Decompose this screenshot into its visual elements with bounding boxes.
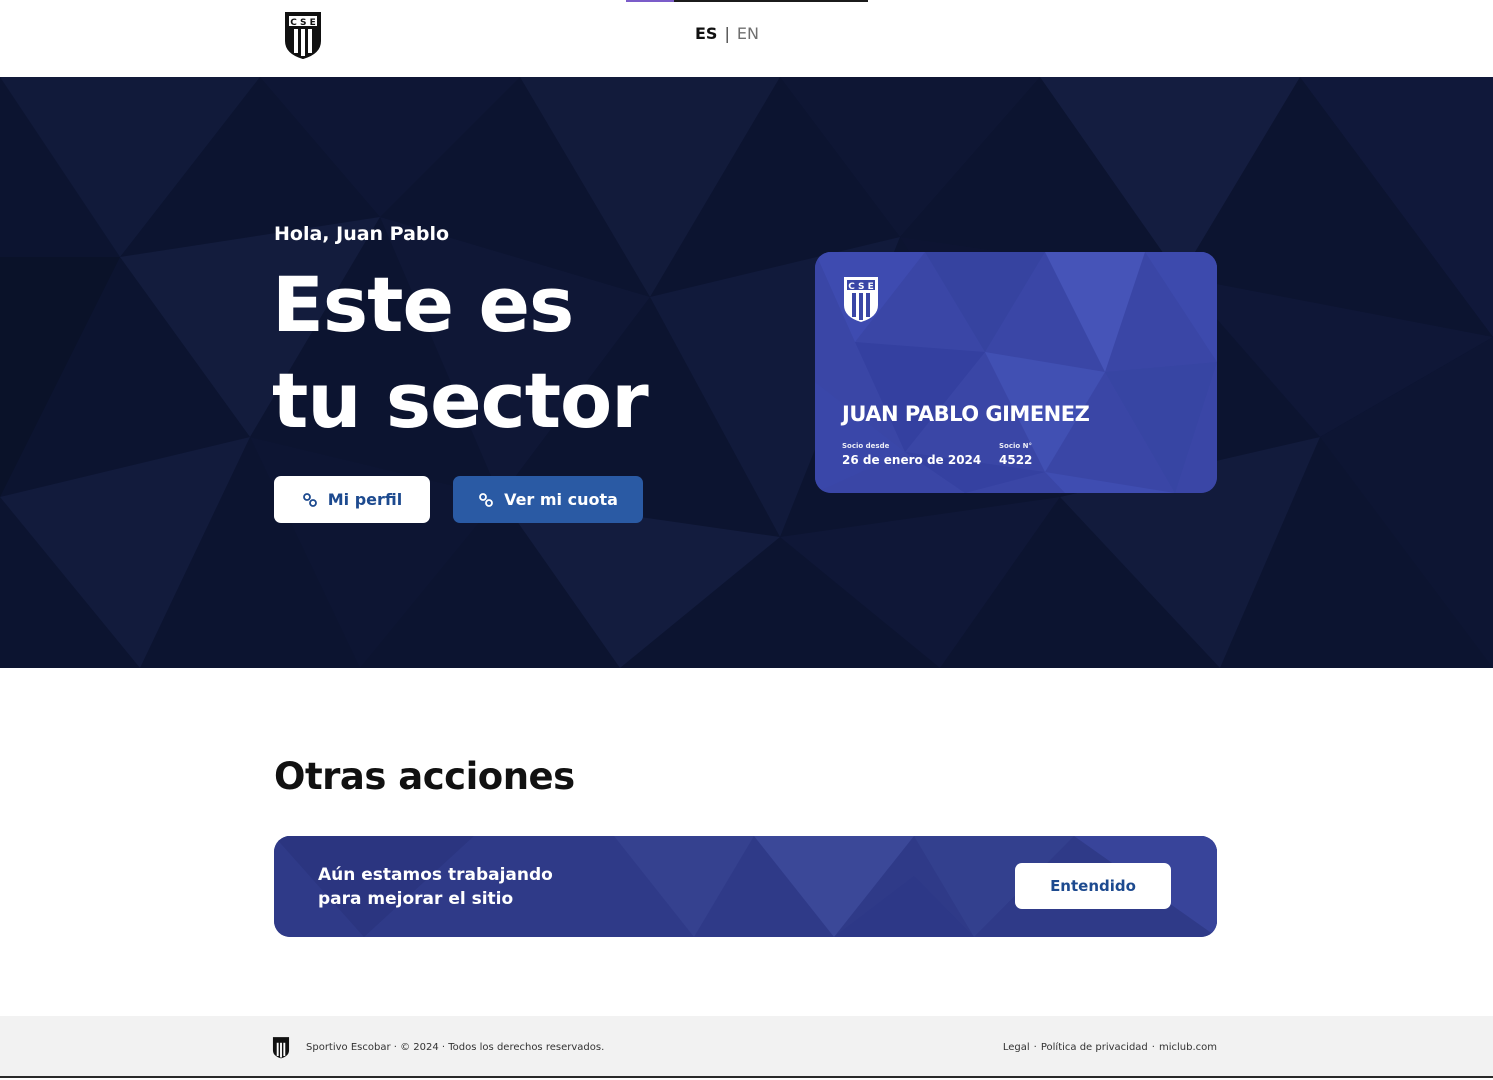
club-logo-icon[interactable]: C S E: [284, 11, 322, 60]
understood-button[interactable]: Entendido: [1015, 863, 1171, 909]
card-since-label: Socio desde: [842, 442, 890, 450]
other-actions-title: Otras acciones: [274, 755, 575, 798]
banner-message-line2: para mejorar el sitio: [318, 889, 514, 909]
lang-es-link[interactable]: ES: [695, 24, 717, 43]
lang-separator: |: [724, 24, 730, 43]
gears-icon: [302, 492, 317, 507]
card-member-since: Socio desde 26 de enero de 2024: [842, 442, 981, 467]
footer-separator: ·: [1033, 1042, 1037, 1053]
my-profile-button[interactable]: Mi perfil: [274, 476, 430, 523]
hero-background-pattern: [0, 77, 1493, 668]
gears-icon: [479, 492, 493, 507]
banner-message: Aún estamos trabajando para mejorar el s…: [318, 863, 578, 911]
card-number-value: 4522: [999, 453, 1033, 467]
member-card: C S E JUAN PABLO GIMENEZ Socio desde 26 …: [815, 252, 1217, 493]
footer-legal-link[interactable]: Legal: [1003, 1042, 1030, 1053]
site-footer: Sportivo Escobar · © 2024 · Todos los de…: [0, 1016, 1493, 1078]
hero-title-line1: Este es: [272, 260, 574, 349]
hero-title: Este es tu sector: [272, 257, 702, 449]
card-club-logo-icon: C S E: [842, 275, 880, 323]
footer-links: Legal · Política de privacidad · miclub.…: [1003, 1042, 1217, 1053]
work-in-progress-banner: Aún estamos trabajando para mejorar el s…: [274, 836, 1217, 937]
loading-bar: [626, 0, 868, 2]
footer-separator: ·: [1151, 1042, 1155, 1053]
card-since-value: 26 de enero de 2024: [842, 453, 982, 467]
card-member-name: JUAN PABLO GIMENEZ: [842, 402, 1090, 426]
my-profile-label: Mi perfil: [327, 490, 403, 509]
footer-club-logo-icon: [272, 1036, 290, 1059]
site-header: C S E ES | EN: [0, 0, 1493, 77]
language-switcher: ES | EN: [695, 24, 759, 43]
hero-section: Hola, Juan Pablo Este es tu sector Mi pe…: [0, 77, 1493, 668]
hero-title-line2: tu sector: [272, 356, 649, 445]
card-member-number: Socio N° 4522: [999, 442, 1032, 467]
card-number-label: Socio N°: [999, 442, 1033, 450]
svg-text:C S E: C S E: [290, 18, 316, 28]
lang-en-link[interactable]: EN: [737, 24, 759, 43]
footer-copyright: Sportivo Escobar · © 2024 · Todos los de…: [306, 1042, 605, 1053]
greeting-text: Hola, Juan Pablo: [274, 223, 450, 245]
view-fee-label: Ver mi cuota: [504, 490, 618, 509]
footer-privacy-link[interactable]: Política de privacidad: [1041, 1042, 1148, 1053]
footer-site-link[interactable]: miclub.com: [1159, 1042, 1217, 1053]
view-fee-button[interactable]: Ver mi cuota: [453, 476, 643, 523]
banner-message-line1: Aún estamos trabajando: [318, 865, 553, 885]
svg-text:C S E: C S E: [848, 282, 874, 292]
